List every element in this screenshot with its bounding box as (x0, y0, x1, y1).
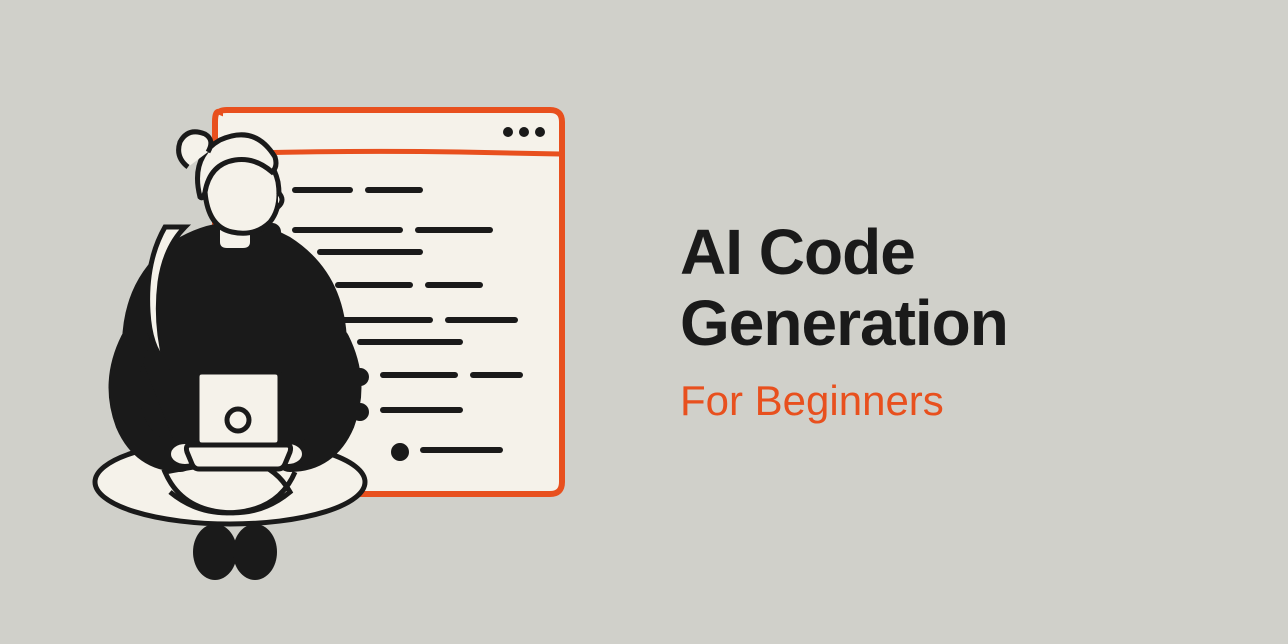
laptop-icon (186, 372, 290, 469)
hero-banner: AI Code Generation For Beginners (0, 62, 1288, 582)
hero-text: AI Code Generation For Beginners (660, 217, 1228, 426)
hero-subtitle: For Beginners (680, 376, 1228, 426)
hero-illustration (60, 62, 620, 582)
hero-title: AI Code Generation (680, 217, 1228, 358)
